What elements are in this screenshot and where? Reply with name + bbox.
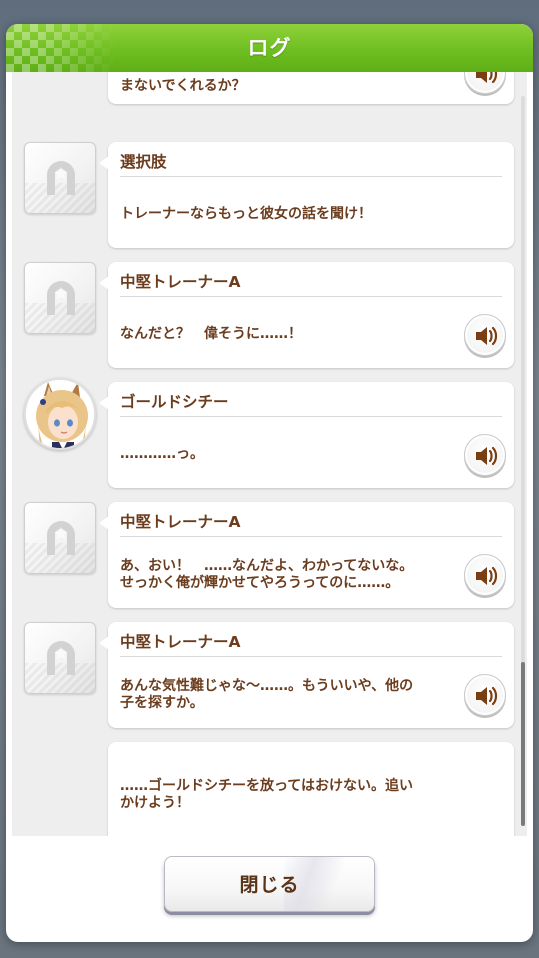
voice-replay-button[interactable] <box>464 554 506 596</box>
message-text: ……ゴールドシチーを放ってはおけない。追い かけよう！ <box>120 778 414 811</box>
divider <box>120 296 502 297</box>
divider <box>120 416 502 417</box>
divider <box>120 176 502 177</box>
message-bubble: 選択肢 トレーナーならもっと彼女の話を聞け！ <box>99 142 514 248</box>
speaker-name: 選択肢 <box>120 153 167 171</box>
speaker-icon <box>476 566 498 586</box>
divider <box>120 536 502 537</box>
speaker-name: 中堅トレーナーA <box>120 273 241 291</box>
placeholder-avatar <box>24 262 96 334</box>
horseshoe-icon <box>47 521 75 555</box>
message-bubble: まないでくれるか？ <box>108 72 514 104</box>
horseshoe-icon <box>47 641 75 675</box>
character-portrait-icon <box>26 380 94 448</box>
horseshoe-icon <box>47 161 75 195</box>
close-button[interactable]: 閉じる <box>164 856 375 912</box>
title-bar: ログ <box>6 24 533 72</box>
message-text: あんな気性難じゃな～……。もういいや、他の 子を探すか。 <box>120 678 414 711</box>
message-bubble: ゴールドシチー …………っ。 <box>99 382 514 488</box>
speaker-icon <box>476 686 498 706</box>
message-bubble: 中堅トレーナーA なんだと？ 偉そうに……！ <box>99 262 514 368</box>
speaker-name: 中堅トレーナーA <box>120 513 241 531</box>
speaker-name: 中堅トレーナーA <box>120 633 241 651</box>
scrollbar-thumb[interactable] <box>521 662 525 826</box>
message-text: トレーナーならもっと彼女の話を聞け！ <box>120 206 372 222</box>
voice-replay-button[interactable] <box>464 674 506 716</box>
close-button-label: 閉じる <box>239 874 300 896</box>
voice-replay-button[interactable] <box>464 314 506 356</box>
voice-replay-button[interactable] <box>464 434 506 476</box>
speaker-icon <box>476 446 498 466</box>
message-bubble: 中堅トレーナーA あんな気性難じゃな～……。もういいや、他の 子を探すか。 <box>99 622 514 728</box>
message-bubble: ……ゴールドシチーを放ってはおけない。追い かけよう！ <box>108 742 514 836</box>
divider <box>120 656 502 657</box>
placeholder-avatar <box>24 622 96 694</box>
message-text: …………っ。 <box>120 446 204 462</box>
speaker-name: ゴールドシチー <box>120 393 229 411</box>
message-text: まないでくれるか？ <box>120 78 246 94</box>
log-dialog: ログ まないでくれるか？ 選択肢 トレーナーならもっと彼女の話を聞け！ 中堅トレ… <box>6 24 533 942</box>
log-list[interactable]: まないでくれるか？ 選択肢 トレーナーならもっと彼女の話を聞け！ 中堅トレーナー… <box>12 72 527 836</box>
horseshoe-icon <box>47 281 75 315</box>
message-text: なんだと？ 偉そうに……！ <box>120 326 302 342</box>
placeholder-avatar <box>24 502 96 574</box>
message-text: あ、おい！ ……なんだよ、わかってないな。 せっかく俺が輝かせてやろうってのに…… <box>120 558 414 591</box>
speaker-icon <box>476 326 498 346</box>
dialog-title: ログ <box>247 36 292 60</box>
speaker-icon <box>476 72 498 84</box>
message-bubble: 中堅トレーナーA あ、おい！ ……なんだよ、わかってないな。 せっかく俺が輝かせ… <box>99 502 514 608</box>
voice-replay-button[interactable] <box>464 72 506 94</box>
character-avatar <box>24 378 96 450</box>
placeholder-avatar <box>24 142 96 214</box>
